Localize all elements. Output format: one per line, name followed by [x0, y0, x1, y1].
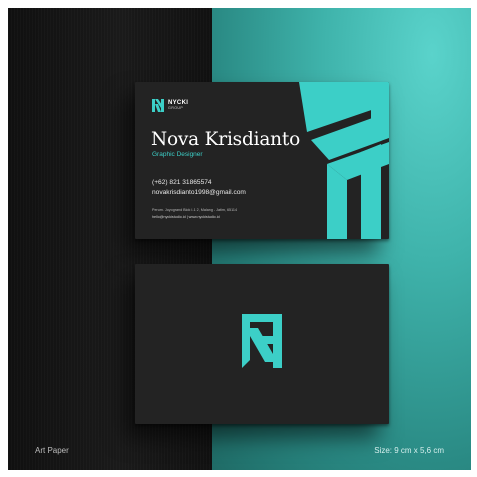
contact-address: Perum. Joyogrand Blok I-1 2, Malang - Ja…	[152, 208, 237, 212]
brand-logo: NYCKI GROUP	[152, 99, 188, 112]
paper-type-caption: Art Paper	[35, 446, 69, 455]
front-logo-graphic	[299, 82, 389, 239]
contact-email: novakrisdianto1998@gmail.com	[152, 189, 246, 196]
contact-phone: (+62) 821 31865574	[152, 179, 212, 186]
business-card-back	[135, 264, 389, 424]
nycki-logo-icon	[152, 99, 164, 112]
business-card-mockup: NYCKI GROUP Nova Krisdianto Graphic Desi…	[8, 8, 471, 470]
business-card-front: NYCKI GROUP Nova Krisdianto Graphic Desi…	[135, 82, 389, 239]
contact-web: hello@nyckistudio.id | www.nyckistudio.i…	[152, 215, 220, 219]
person-role: Graphic Designer	[152, 151, 203, 158]
nycki-large-logo-icon	[242, 314, 282, 368]
brand-subtitle: GROUP	[168, 106, 184, 111]
person-name: Nova Krisdianto	[151, 129, 301, 150]
card-size-caption: Size: 9 cm x 5,6 cm	[374, 446, 444, 455]
